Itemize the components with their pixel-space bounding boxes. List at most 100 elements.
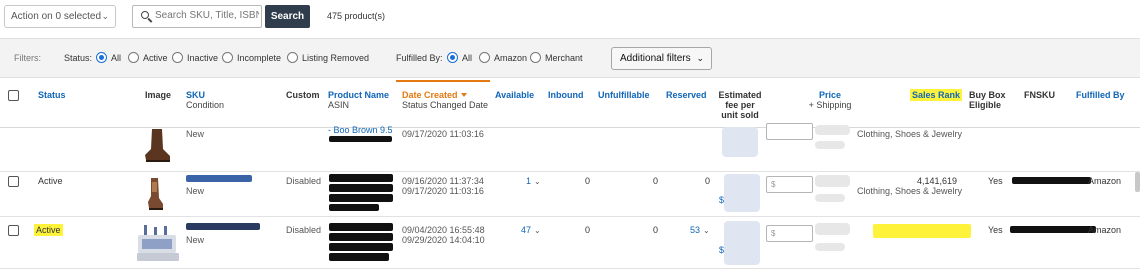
row-buy-box: Yes — [988, 225, 1003, 235]
row-available-value: 47 — [521, 225, 532, 235]
product-count: 475 product(s) — [327, 11, 386, 21]
toolbar: Action on 0 selected ⌄ Search 475 produc… — [0, 0, 1140, 33]
column-image: Image — [145, 90, 172, 100]
row-status: Active — [34, 224, 63, 236]
fulfilled-merchant-radio[interactable] — [530, 52, 541, 63]
row-reserved[interactable]: 53 ⌄ — [690, 225, 710, 236]
row-checkbox[interactable] — [8, 176, 19, 187]
redacted-product-name — [329, 174, 393, 182]
price-input[interactable]: $ — [766, 176, 813, 193]
filter-bar: Filters: Status: All Active Inactive Inc… — [0, 38, 1140, 78]
row-reserved: 0 — [705, 176, 711, 186]
column-status[interactable]: Status — [38, 90, 66, 100]
row-custom: Disabled — [286, 176, 322, 186]
redacted-fnsku — [1010, 226, 1096, 233]
fulfilled-option-amazon[interactable]: Amazon — [494, 53, 527, 63]
bulk-action-label: Action on 0 selected — [11, 11, 102, 22]
blurred-price — [815, 223, 850, 235]
row-condition: New — [186, 235, 205, 245]
redacted-asin — [329, 194, 393, 202]
column-fee-line3: unit sold — [721, 110, 759, 120]
column-custom: Custom — [286, 90, 320, 100]
column-available[interactable]: Available — [495, 90, 534, 100]
status-filter-label: Status: — [64, 53, 93, 63]
redacted-fnsku — [1012, 177, 1091, 184]
product-image[interactable] — [136, 225, 180, 265]
status-active-radio[interactable] — [128, 52, 139, 63]
column-fee-line1: Estimated — [718, 90, 762, 100]
blurred-shipping — [815, 243, 845, 251]
table-header: Status Image SKU Condition Custom Produc… — [0, 80, 1140, 128]
redacted-product-name — [329, 233, 393, 241]
status-option-all[interactable]: All — [111, 53, 121, 63]
status-option-incomplete[interactable]: Incomplete — [237, 53, 281, 63]
additional-filters-label: Additional filters — [620, 53, 691, 64]
boot-image[interactable] — [142, 129, 172, 162]
bulk-action-dropdown[interactable]: Action on 0 selected ⌄ — [4, 5, 116, 28]
price-input[interactable] — [766, 123, 813, 140]
redacted-asin — [329, 253, 389, 261]
additional-filters-button[interactable]: Additional filters ⌄ — [611, 47, 712, 70]
filters-label: Filters: — [14, 53, 41, 63]
chevron-down-icon: ⌄ — [534, 226, 541, 235]
boot-image[interactable] — [146, 178, 164, 210]
row-checkbox[interactable] — [8, 225, 19, 236]
search-field[interactable] — [132, 5, 262, 28]
blurred-fee — [722, 127, 758, 157]
row-fee-symbol: $ — [719, 195, 725, 205]
row-inbound: 0 — [585, 176, 591, 186]
blurred-fee — [724, 221, 760, 265]
column-price[interactable]: Price — [800, 90, 860, 100]
fulfilled-filter-label: Fulfilled By: — [396, 53, 443, 63]
column-date-created[interactable]: Date Created — [402, 90, 488, 100]
status-option-listing-removed[interactable]: Listing Removed — [302, 53, 369, 63]
row-category: Clothing, Shoes & Jewelry — [857, 129, 963, 139]
row-available-value: 1 — [526, 176, 532, 186]
row-fulfilled-by: Amazon — [1088, 176, 1122, 186]
row-custom: Disabled — [286, 225, 322, 235]
column-reserved[interactable]: Reserved — [666, 90, 707, 100]
row-date-created: 09/17/2020 11:03:16 — [402, 129, 484, 139]
select-all-checkbox[interactable] — [8, 90, 19, 101]
row-sales-rank: 4,141,619 — [917, 176, 958, 186]
row-condition: New — [186, 186, 205, 196]
column-sales-rank[interactable]: Sales Rank — [910, 89, 963, 101]
row-inbound: 0 — [585, 225, 591, 235]
price-input[interactable]: $ — [766, 225, 813, 242]
status-option-active[interactable]: Active — [143, 53, 168, 63]
search-input[interactable] — [155, 10, 259, 21]
table-row: Active New Disabled 09/04/2020 16:55:48 … — [0, 217, 1140, 269]
status-listing-removed-radio[interactable] — [287, 52, 298, 63]
status-incomplete-radio[interactable] — [222, 52, 233, 63]
row-unfulfillable: 0 — [653, 176, 659, 186]
column-unfulfillable[interactable]: Unfulfillable — [598, 90, 650, 100]
chevron-down-icon: ⌄ — [534, 177, 541, 186]
status-inactive-radio[interactable] — [172, 52, 183, 63]
column-fee-line2: fee per — [725, 100, 755, 110]
row-available[interactable]: 1 ⌄ — [526, 176, 541, 187]
search-button[interactable]: Search — [265, 5, 310, 28]
column-fulfilled-by[interactable]: Fulfilled By — [1076, 90, 1125, 100]
row-product-name-link[interactable]: - Boo Brown 9.5 — [328, 125, 393, 135]
fulfilled-all-radio[interactable] — [447, 52, 458, 63]
row-status: Active — [38, 176, 63, 186]
status-option-inactive[interactable]: Inactive — [187, 53, 218, 63]
row-unfulfillable: 0 — [653, 225, 659, 235]
row-date-created: 09/04/2020 16:55:48 — [402, 225, 485, 235]
column-status-changed: Status Changed Date — [402, 100, 489, 110]
row-available[interactable]: 47 ⌄ — [521, 225, 541, 236]
status-all-radio[interactable] — [96, 52, 107, 63]
fulfilled-amazon-radio[interactable] — [479, 52, 490, 63]
column-inbound[interactable]: Inbound — [548, 90, 584, 100]
column-product-name[interactable]: Product Name — [328, 90, 389, 100]
row-status-changed: 09/17/2020 11:03:16 — [402, 186, 484, 196]
column-sku[interactable]: SKU — [186, 90, 224, 100]
column-buy-box-line1: Buy Box — [969, 90, 1006, 100]
column-sku-sub: Condition — [186, 100, 225, 110]
fulfilled-option-merchant[interactable]: Merchant — [545, 53, 583, 63]
row-fee-symbol: $ — [719, 245, 725, 255]
row-buy-box: Yes — [988, 176, 1003, 186]
vertical-scrollbar[interactable] — [1135, 172, 1140, 192]
fulfilled-option-all[interactable]: All — [462, 53, 472, 63]
sort-desc-icon — [460, 93, 467, 97]
